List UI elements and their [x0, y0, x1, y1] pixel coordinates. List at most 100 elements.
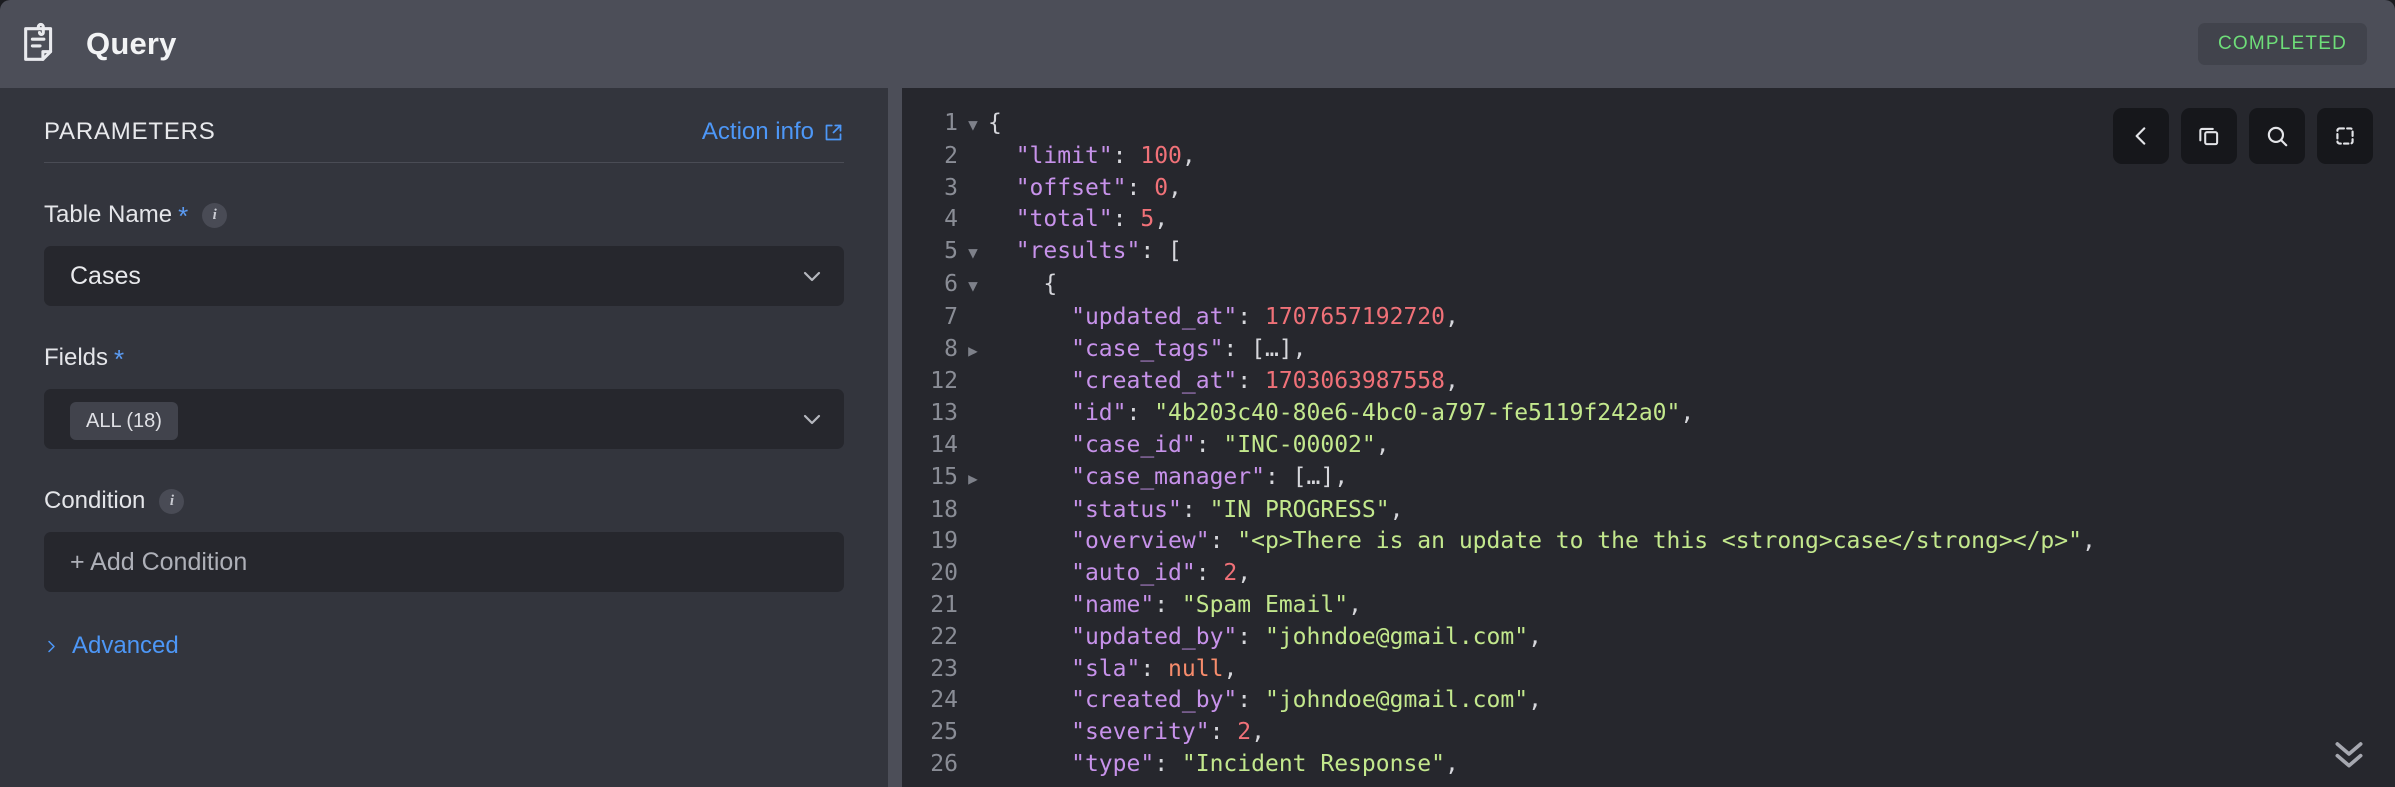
code-line: 15 ▶ "case_manager": […],	[902, 462, 2395, 495]
info-icon[interactable]: i	[159, 488, 185, 514]
parameters-header: PARAMETERS Action info	[44, 88, 844, 163]
line-number: 21	[930, 591, 958, 618]
advanced-label: Advanced	[72, 632, 179, 659]
fullscreen-button[interactable]	[2317, 108, 2373, 164]
fold-toggle-closed[interactable]: ▶	[958, 335, 988, 367]
line-number: 23	[930, 655, 958, 682]
fold-toggle-open[interactable]: ▼	[958, 237, 988, 269]
code-text: {	[988, 110, 1002, 136]
fullscreen-icon	[2332, 123, 2358, 149]
collapse-panel-button[interactable]	[2113, 108, 2169, 164]
panel-resize-handle[interactable]	[888, 88, 902, 787]
field-label: Condition	[44, 487, 146, 514]
advanced-toggle[interactable]: Advanced	[44, 632, 844, 660]
line-number: 26	[930, 750, 958, 777]
code-line: 5 ▼ "results": [	[902, 236, 2395, 269]
line-number: 8	[944, 335, 958, 362]
code-text: "offset": 0,	[1015, 174, 1182, 201]
field-label: Fields	[44, 344, 109, 371]
code-text: "total": 5,	[1015, 206, 1169, 233]
table-name-select[interactable]: Cases	[44, 246, 844, 306]
code-text: "created_at": 1703063987558,	[1071, 368, 1459, 395]
required-marker: *	[114, 344, 125, 374]
line-number: 1	[944, 110, 958, 136]
code-text: "created_by": "johndoe@gmail.com",	[1071, 687, 1542, 714]
code-line: 8 ▶ "case_tags": […],	[902, 334, 2395, 367]
code-text: "results": [	[1015, 238, 1182, 265]
code-line: 22 "updated_by": "johndoe@gmail.com",	[902, 622, 2395, 654]
code-line: 3 "offset": 0,	[902, 173, 2395, 205]
line-number: 6	[944, 270, 958, 297]
search-icon	[2264, 123, 2290, 149]
code-text: "id": "4b203c40-80e6-4bc0-a797-fe5119f24…	[1071, 400, 1695, 427]
fields-multiselect[interactable]: ALL (18)	[44, 389, 844, 449]
content-area: PARAMETERS Action info Table Name * i Ca…	[0, 88, 2395, 787]
chevron-right-icon	[44, 637, 59, 656]
line-number: 18	[930, 496, 958, 523]
fold-toggle-open[interactable]: ▼	[958, 270, 988, 302]
document-note-icon	[18, 21, 64, 67]
code-text: "sla": null,	[1071, 655, 1238, 682]
copy-button[interactable]	[2181, 108, 2237, 164]
code-line: 23 "sla": null,	[902, 654, 2395, 686]
line-number: 7	[944, 303, 958, 330]
field-label-row: Condition i	[44, 487, 844, 515]
line-number: 4	[944, 206, 958, 233]
table-name-value: Cases	[70, 261, 141, 290]
code-line: 19 "overview": "<p>There is an update to…	[902, 526, 2395, 558]
parameters-panel: PARAMETERS Action info Table Name * i Ca…	[0, 88, 888, 787]
code-line: 25 "severity": 2,	[902, 717, 2395, 749]
fold-toggle-closed[interactable]: ▶	[958, 463, 988, 495]
field-table-name: Table Name * i Cases	[44, 201, 844, 306]
chevron-down-icon	[800, 407, 824, 431]
field-condition: Condition i + Add Condition	[44, 487, 844, 592]
code-text: "severity": 2,	[1071, 719, 1265, 746]
field-fields: Fields * ALL (18)	[44, 344, 844, 449]
code-line: 20 "auto_id": 2,	[902, 558, 2395, 590]
code-text: "updated_at": 1707657192720,	[1071, 303, 1459, 330]
action-info-link[interactable]: Action info	[702, 118, 844, 146]
fold-toggle-open[interactable]: ▼	[958, 109, 988, 141]
status-badge: COMPLETED	[2197, 23, 2367, 65]
json-result-viewer: 1 ▼{2 "limit": 100, 3 "offset": 0, 4 "total…	[902, 88, 2395, 787]
line-number: 3	[944, 174, 958, 201]
chevron-left-icon	[2128, 123, 2154, 149]
code-line: 4 "total": 5,	[902, 204, 2395, 236]
code-line: 26 "type": "Incident Response",	[902, 749, 2395, 781]
line-number: 25	[930, 719, 958, 746]
field-label: Table Name	[44, 201, 173, 228]
code-text: "name": "Spam Email",	[1071, 591, 1362, 618]
code-text: {	[1043, 270, 1058, 297]
code-line: 7 "updated_at": 1707657192720,	[902, 302, 2395, 334]
code-text: "auto_id": 2,	[1071, 560, 1252, 587]
line-number: 13	[930, 400, 958, 427]
code-text: "updated_by": "johndoe@gmail.com",	[1071, 623, 1542, 650]
line-number: 2	[944, 142, 958, 169]
json-code-block[interactable]: 1 ▼{2 "limit": 100, 3 "offset": 0, 4 "total…	[902, 88, 2395, 781]
field-label-row: Fields *	[44, 344, 844, 372]
code-text: "type": "Incident Response",	[1071, 750, 1459, 777]
chevron-down-icon	[800, 264, 824, 288]
search-button[interactable]	[2249, 108, 2305, 164]
code-line: 13 "id": "4b203c40-80e6-4bc0-a797-fe5119…	[902, 398, 2395, 430]
line-number: 22	[930, 623, 958, 650]
action-info-label: Action info	[701, 118, 814, 145]
external-link-icon	[823, 122, 844, 143]
line-number: 12	[930, 368, 958, 395]
add-condition-button[interactable]: + Add Condition	[44, 532, 844, 592]
query-action-panel: Query COMPLETED PARAMETERS Action info T…	[0, 0, 2395, 787]
line-number: 24	[930, 687, 958, 714]
field-label-row: Table Name * i	[44, 201, 844, 229]
code-text: "case_id": "INC-00002",	[1071, 431, 1390, 458]
info-icon[interactable]: i	[202, 202, 228, 228]
code-text: "overview": "<p>There is an update to th…	[1071, 528, 2096, 555]
fields-chip[interactable]: ALL (18)	[70, 401, 178, 440]
scroll-down-button[interactable]	[2329, 737, 2369, 771]
json-toolbar	[2113, 108, 2373, 164]
code-line: 12 "created_at": 1703063987558,	[902, 366, 2395, 398]
fields-chip-wrap: ALL (18)	[70, 401, 800, 440]
header-bar: Query COMPLETED	[0, 0, 2395, 88]
copy-icon	[2196, 123, 2222, 149]
line-number: 20	[930, 560, 958, 587]
code-text: "status": "IN PROGRESS",	[1071, 496, 1404, 523]
